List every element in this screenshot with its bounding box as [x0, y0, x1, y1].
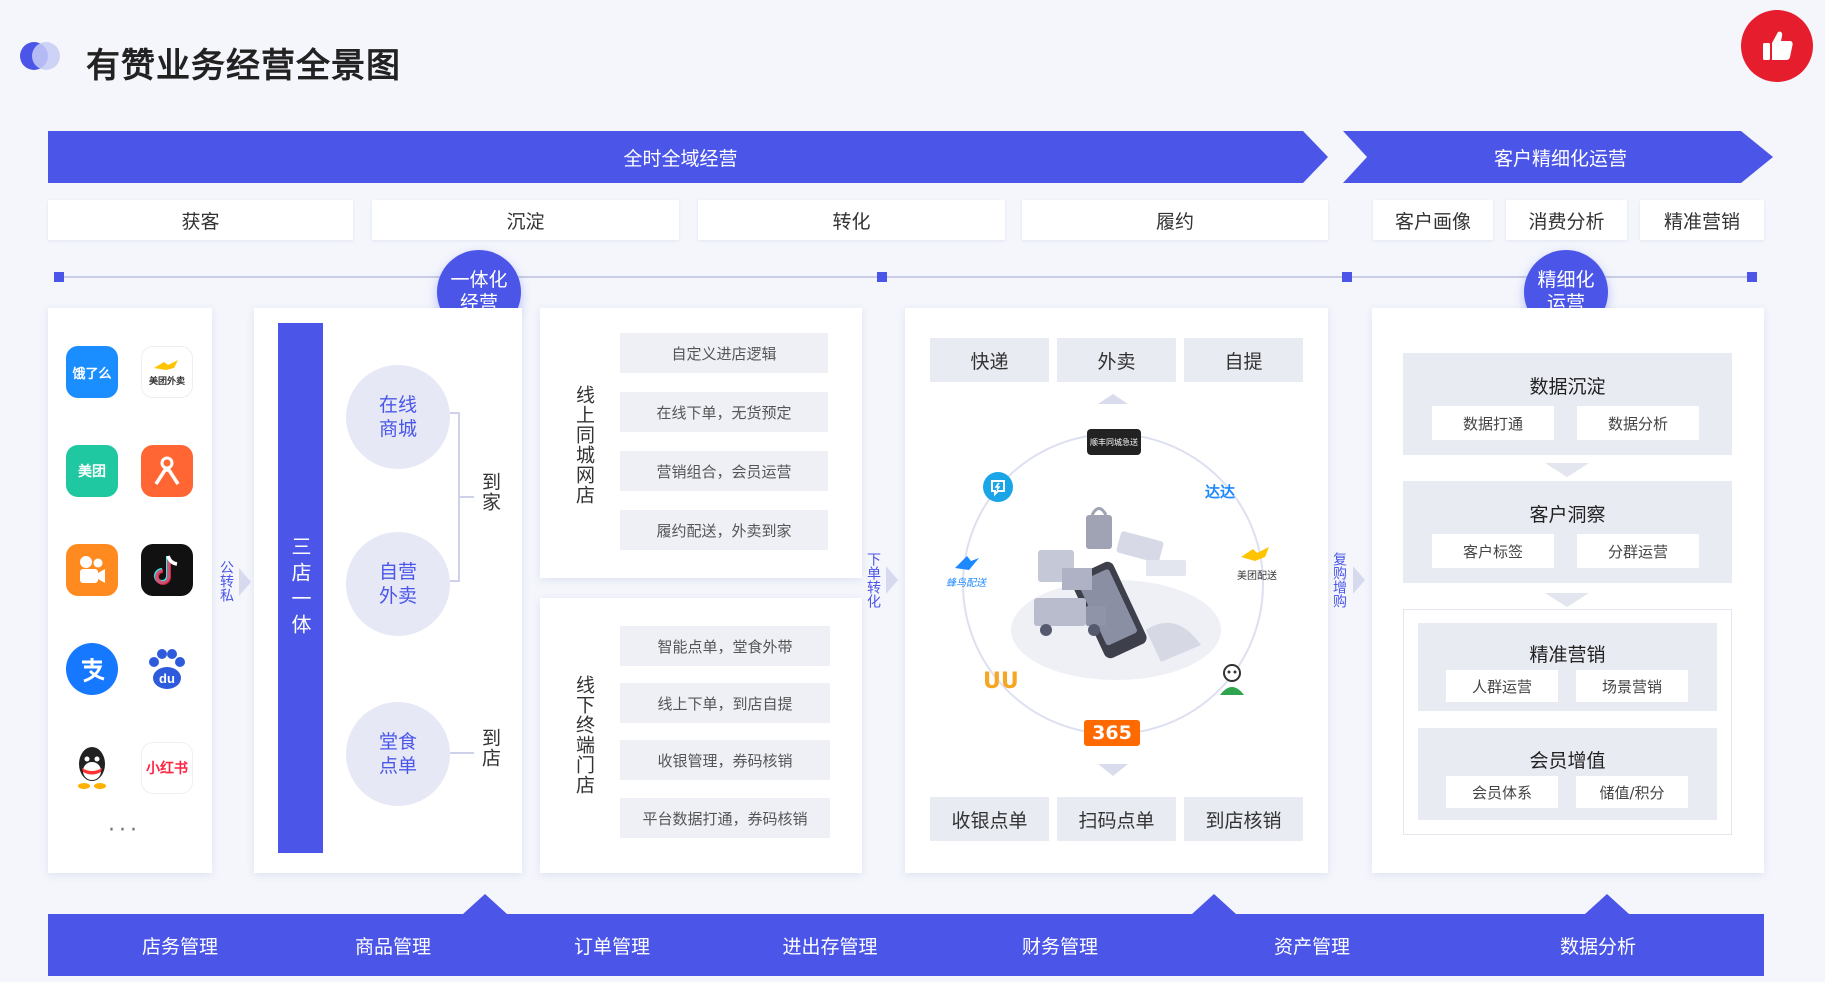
fulfill-scan-order: 扫码点单: [1057, 797, 1176, 841]
timeline-marker: [877, 272, 887, 282]
online-item: 自定义进店逻辑: [620, 333, 828, 373]
bracket-to-store: [450, 752, 474, 754]
stage-retain: 沉淀: [372, 200, 679, 240]
block-title: 客户洞察: [1529, 504, 1606, 526]
online-item: 营销组合，会员运营: [620, 451, 828, 491]
flow-arrow-icon: [1353, 566, 1365, 594]
fengniao-logo: 蜂鸟配送: [946, 552, 986, 589]
label-to-store: 到店: [479, 728, 501, 768]
fulfill-cashier-order: 收银点单: [930, 797, 1049, 841]
svg-text:du: du: [159, 671, 175, 686]
circle-self-delivery: 自营 外卖: [346, 532, 450, 636]
meituan-delivery-logo: 美团配送: [1237, 545, 1277, 582]
block-title: 会员增值: [1529, 750, 1606, 772]
offline-item: 智能点单，堂食外带: [620, 626, 830, 666]
fulfill-instore-verify: 到店核销: [1184, 797, 1303, 841]
365-logo: 365: [1084, 720, 1140, 746]
offline-item: 平台数据打通，券码核销: [620, 798, 830, 838]
douyin-icon: [141, 544, 193, 596]
block-title: 数据沉淀: [1529, 376, 1606, 398]
stage-acquire: 获客: [48, 200, 353, 240]
mini-item: 会员体系: [1446, 776, 1558, 808]
xiaohongshu-icon: 小红书: [141, 742, 193, 794]
block-title: 精准营销: [1529, 644, 1606, 666]
flow-arrow-icon: [886, 566, 898, 594]
timeline-marker: [54, 272, 64, 282]
mini-item: 场景营销: [1576, 670, 1688, 702]
online-item: 在线下单，无货预定: [620, 392, 828, 432]
label-to-home: 到家: [479, 472, 501, 512]
dada-logo: 达达: [1205, 483, 1236, 501]
stage-customer-profile: 客户画像: [1373, 200, 1493, 240]
down-arrow-icon: [1545, 593, 1589, 607]
stage-consumption-analysis: 消费分析: [1506, 200, 1627, 240]
qq-icon: [66, 742, 118, 794]
mini-item: 人群运营: [1446, 670, 1558, 702]
mini-item: 数据打通: [1432, 406, 1554, 440]
page-title: 有赞业务经营全景图: [86, 46, 401, 86]
bottom-item-asset-management: 资产管理: [1273, 935, 1350, 958]
timeline-marker: [1747, 272, 1757, 282]
flow-label-public-to-private: 公转私: [218, 560, 234, 602]
bottom-item-product-management: 商品管理: [354, 935, 431, 958]
offline-item: 收银管理，券码核销: [620, 740, 830, 780]
bottom-notch: [1585, 894, 1629, 914]
uu-paotui-logo: UU: [983, 669, 1019, 694]
kuaishou-icon: [66, 544, 118, 596]
mini-item: 数据分析: [1577, 406, 1699, 440]
offline-item: 线上下单，到店自提: [620, 683, 830, 723]
dianping-icon: [141, 445, 193, 497]
stage-convert: 转化: [698, 200, 1005, 240]
online-item: 履约配送，外卖到家: [620, 510, 828, 550]
bracket-tick: [460, 496, 474, 498]
sf-express-logo: 顺丰同城急送: [1087, 429, 1141, 455]
title-dot-shadow: [32, 42, 60, 70]
bottom-item-store-management: 店务管理: [141, 935, 218, 958]
thumbs-up-logo-icon: [1741, 10, 1813, 82]
bottom-notch: [463, 894, 507, 914]
eleme-icon: 饿了么: [66, 346, 118, 398]
circle-online-mall: 在线 商城: [346, 365, 450, 469]
bottom-item-finance-management: 财务管理: [1021, 935, 1098, 958]
bottom-item-inventory-management: 进出存管理: [782, 935, 878, 958]
flow-label-repurchase: 复购增购: [1331, 552, 1347, 608]
bottom-item-data-analysis: 数据分析: [1559, 935, 1636, 958]
fulfill-express: 快递: [930, 338, 1049, 382]
rider-logo-icon: [1212, 661, 1252, 701]
fulfill-pickup: 自提: [1184, 338, 1303, 382]
more-apps-ellipsis: ···: [108, 818, 141, 843]
stage-precision-marketing: 精准营销: [1640, 200, 1764, 240]
bottom-item-order-management: 订单管理: [573, 935, 650, 958]
bracket-to-home: [450, 412, 460, 582]
three-stores-bar: 三店一体: [278, 323, 323, 853]
meituan-waimai-icon: 美团外卖: [141, 346, 193, 398]
shansong-logo-icon: [983, 472, 1013, 502]
circle-dine-in-order: 堂食 点单: [346, 702, 450, 806]
flow-label-order-conversion: 下单转化: [865, 552, 881, 608]
mini-item: 客户标签: [1432, 534, 1554, 568]
timeline-marker: [1342, 272, 1352, 282]
online-store-label: 线上同城网店: [573, 385, 595, 505]
meituan-icon: 美团: [66, 445, 118, 497]
flow-arrow-icon: [239, 568, 251, 596]
alipay-icon: [66, 643, 118, 695]
timeline-line: [56, 276, 1754, 278]
baidu-icon: du: [141, 643, 193, 695]
banner-right-label: 客户精细化运营: [1493, 147, 1627, 170]
mini-item: 储值/积分: [1576, 776, 1688, 808]
mini-item: 分群运营: [1577, 534, 1699, 568]
bottom-notch: [1192, 894, 1236, 914]
banner-left-label: 全时全域经营: [623, 147, 738, 170]
down-arrow-icon: [1545, 463, 1589, 477]
fulfill-takeout: 外卖: [1057, 338, 1176, 382]
offline-store-label: 线下终端门店: [573, 675, 595, 795]
stage-fulfill: 履约: [1022, 200, 1328, 240]
